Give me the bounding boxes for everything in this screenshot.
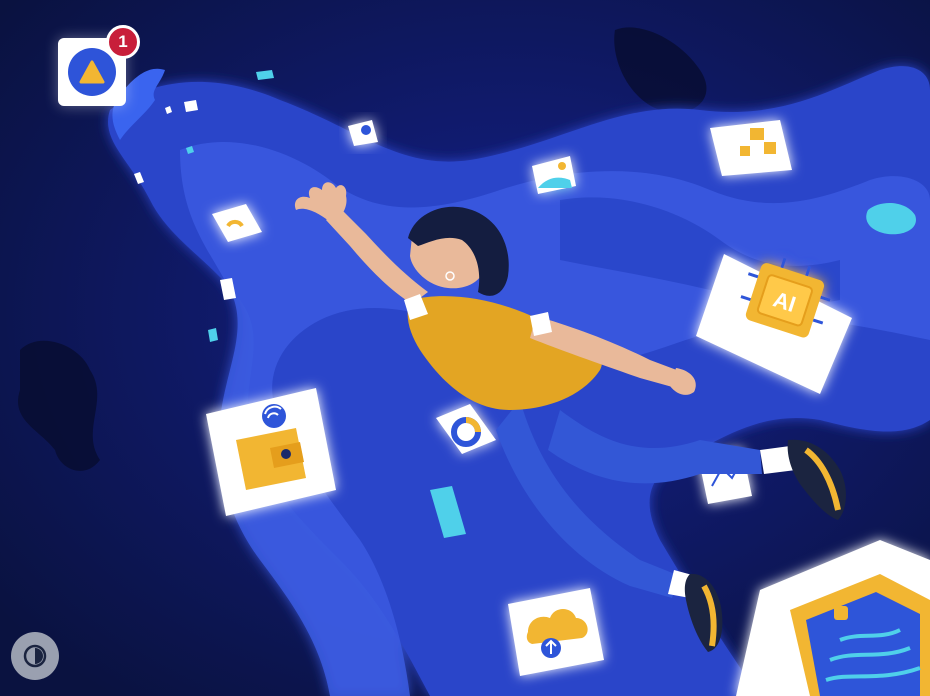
warning-triangle-icon (79, 60, 105, 84)
notification-badge: 1 (106, 25, 140, 59)
wifi-icon (262, 404, 286, 428)
hero-illustration: AI (0, 0, 930, 696)
floating-card-top-right (710, 120, 792, 176)
contrast-toggle-button[interactable] (11, 632, 59, 680)
app-icon-circle (68, 48, 116, 96)
contrast-icon (23, 644, 47, 668)
